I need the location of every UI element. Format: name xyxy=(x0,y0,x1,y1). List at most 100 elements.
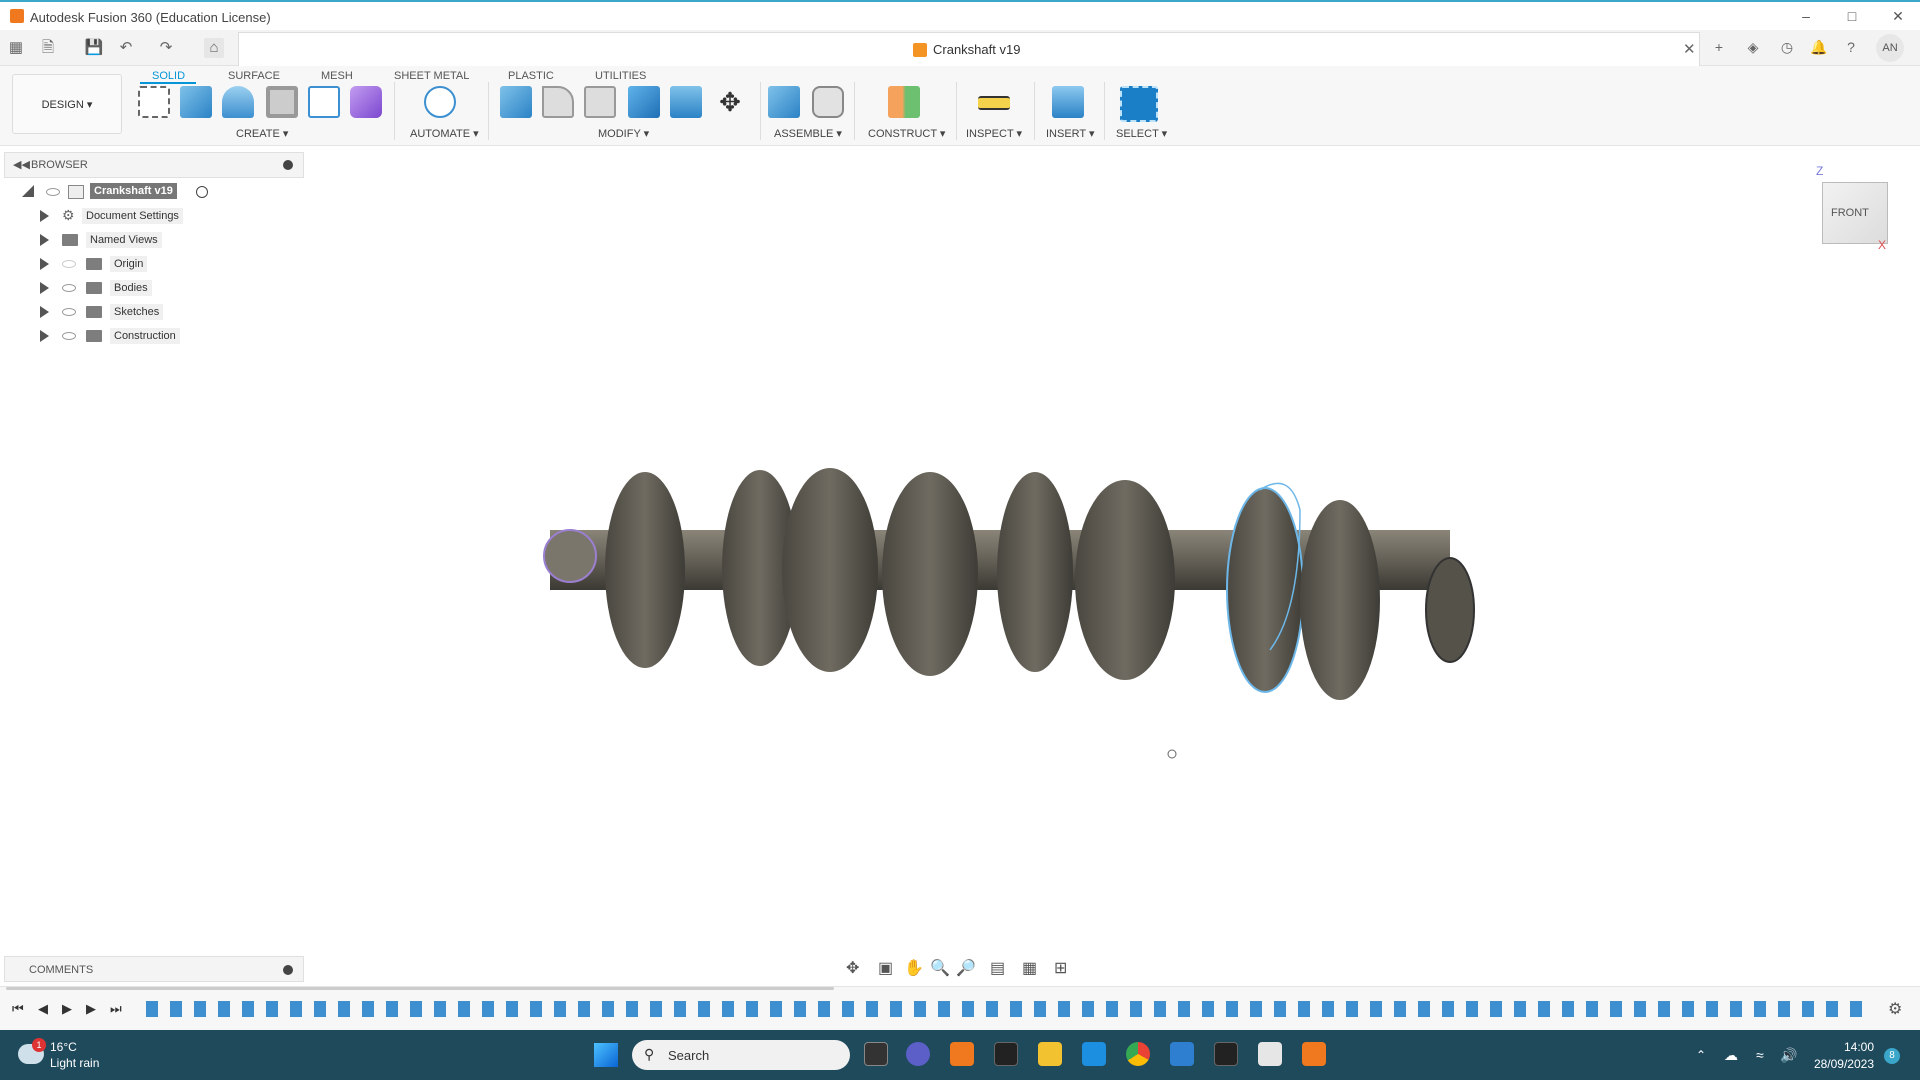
weather-temp[interactable]: 16°C xyxy=(50,1040,77,1054)
file-explorer-icon[interactable] xyxy=(1038,1042,1062,1066)
pan-icon[interactable]: ✋ xyxy=(904,958,924,978)
browser-item-document-settings[interactable]: ⚙ Document Settings xyxy=(20,204,320,228)
active-component-icon[interactable] xyxy=(196,186,208,198)
create-form-icon[interactable] xyxy=(350,86,382,118)
hole-icon[interactable] xyxy=(266,86,298,118)
visibility-icon[interactable] xyxy=(62,308,76,316)
tab-sheet-metal[interactable]: SHEET METAL xyxy=(394,68,469,84)
extensions-icon[interactable]: ◈ xyxy=(1742,36,1764,58)
group-automate[interactable]: AUTOMATE ▾ xyxy=(410,127,479,140)
timeline-settings-icon[interactable]: ⚙ xyxy=(1888,999,1902,1019)
expand-icon[interactable] xyxy=(40,306,50,318)
clock-time[interactable]: 14:00 xyxy=(1814,1040,1874,1054)
move-copy-icon[interactable]: ✥ xyxy=(714,86,746,118)
browser-root-row[interactable]: Crankshaft v19 xyxy=(20,180,320,204)
user-avatar[interactable]: AN xyxy=(1876,34,1904,62)
browser-item-sketches[interactable]: Sketches xyxy=(20,300,320,324)
browser-item-bodies[interactable]: Bodies xyxy=(20,276,320,300)
fillet-icon[interactable] xyxy=(542,86,574,118)
chrome-icon[interactable] xyxy=(1126,1042,1150,1066)
revolve-icon[interactable] xyxy=(222,86,254,118)
file-menu-icon[interactable]: 🗎 xyxy=(38,38,58,58)
group-assemble[interactable]: ASSEMBLE ▾ xyxy=(774,127,842,140)
play-icon[interactable]: ▶ xyxy=(62,1001,72,1017)
workspace-switcher[interactable]: DESIGN ▾ xyxy=(12,74,122,134)
app-taskbar-icon[interactable] xyxy=(1258,1042,1282,1066)
step-forward-icon[interactable]: ▶ xyxy=(86,1001,96,1017)
taskbar-search[interactable]: ⚲ Search xyxy=(632,1040,850,1070)
app-grid-icon[interactable]: ▦ xyxy=(6,38,26,58)
save-icon[interactable]: 💾 xyxy=(84,38,104,58)
browser-item-construction[interactable]: Construction xyxy=(20,324,320,348)
collapse-panel-icon[interactable]: ◀◀ xyxy=(13,158,30,171)
mail-icon[interactable] xyxy=(1170,1042,1194,1066)
visibility-icon[interactable] xyxy=(62,284,76,292)
pattern-icon[interactable] xyxy=(308,86,340,118)
undo-icon[interactable]: ↶ xyxy=(116,38,136,58)
tab-mesh[interactable]: MESH xyxy=(321,68,353,84)
press-pull-icon[interactable] xyxy=(500,86,532,118)
volume-icon[interactable]: 🔊 xyxy=(1780,1047,1797,1064)
new-component-icon[interactable] xyxy=(768,86,800,118)
weather-desc[interactable]: Light rain xyxy=(50,1056,99,1070)
group-construct[interactable]: CONSTRUCT ▾ xyxy=(868,127,945,140)
display-settings-icon[interactable]: ▤ xyxy=(990,958,1005,978)
timeline-features[interactable] xyxy=(146,1001,1862,1017)
expand-icon[interactable] xyxy=(40,330,50,342)
home-icon[interactable]: ⌂ xyxy=(204,38,224,58)
teams-icon[interactable] xyxy=(906,1042,930,1066)
expand-icon[interactable] xyxy=(22,185,34,197)
expand-icon[interactable] xyxy=(40,258,50,270)
extrude-icon[interactable] xyxy=(180,86,212,118)
view-cube[interactable]: FRONT xyxy=(1822,182,1888,244)
automate-icon[interactable] xyxy=(424,86,456,118)
new-tab-icon[interactable]: + xyxy=(1708,36,1730,58)
expand-icon[interactable] xyxy=(40,282,50,294)
minimize-button[interactable]: – xyxy=(1796,8,1816,24)
group-select[interactable]: SELECT ▾ xyxy=(1116,127,1167,140)
group-create[interactable]: CREATE ▾ xyxy=(236,127,288,140)
tray-chevron-icon[interactable]: ⌃ xyxy=(1696,1048,1706,1062)
tab-plastic[interactable]: PLASTIC xyxy=(508,68,554,84)
task-view-icon[interactable] xyxy=(864,1042,888,1066)
go-to-start-icon[interactable]: ⏮ xyxy=(12,1001,24,1017)
tab-surface[interactable]: SURFACE xyxy=(228,68,280,84)
browser-item-origin[interactable]: Origin xyxy=(20,252,320,276)
go-to-end-icon[interactable]: ⏭ xyxy=(110,1001,122,1017)
create-sketch-icon[interactable] xyxy=(138,86,170,118)
document-tab[interactable]: Crankshaft v19 ✕ xyxy=(238,32,1700,66)
fusion-taskbar-icon[interactable] xyxy=(950,1042,974,1066)
group-modify[interactable]: MODIFY ▾ xyxy=(598,127,649,140)
zoom-icon[interactable]: 🔍 xyxy=(930,958,950,978)
chamfer-icon[interactable] xyxy=(584,86,616,118)
group-inspect[interactable]: INSPECT ▾ xyxy=(966,127,1022,140)
orbit-icon[interactable]: ✥ xyxy=(846,958,859,978)
onedrive-icon[interactable]: ☁ xyxy=(1724,1047,1738,1064)
grid-settings-icon[interactable]: ▦ xyxy=(1022,958,1037,978)
app-taskbar-icon[interactable] xyxy=(1214,1042,1238,1066)
step-back-icon[interactable]: ◀ xyxy=(38,1001,48,1017)
timeline-scrollbar[interactable] xyxy=(6,987,834,990)
expand-icon[interactable] xyxy=(40,234,50,246)
measure-icon[interactable] xyxy=(978,96,1010,110)
look-at-icon[interactable]: ▣ xyxy=(878,958,893,978)
browser-panel-header[interactable]: ◀◀ BROWSER xyxy=(4,152,304,178)
offset-face-icon[interactable] xyxy=(670,86,702,118)
crankshaft-model[interactable] xyxy=(530,450,1490,770)
viewcube-front-face[interactable]: FRONT xyxy=(1831,207,1869,219)
joint-icon[interactable] xyxy=(812,86,844,118)
clock-date[interactable]: 28/09/2023 xyxy=(1800,1057,1874,1071)
notification-count[interactable]: 8 xyxy=(1884,1048,1900,1064)
group-insert[interactable]: INSERT ▾ xyxy=(1046,127,1095,140)
app-taskbar-icon[interactable] xyxy=(994,1042,1018,1066)
hidden-visibility-icon[interactable] xyxy=(62,260,76,268)
comments-panel[interactable]: COMMENTS xyxy=(4,956,304,982)
help-icon[interactable]: ? xyxy=(1840,36,1862,58)
add-comment-icon[interactable] xyxy=(283,965,293,975)
notifications-icon[interactable]: 🔔 xyxy=(1808,36,1830,58)
close-tab-icon[interactable]: ✕ xyxy=(1683,40,1696,58)
expand-icon[interactable] xyxy=(40,210,50,222)
select-icon[interactable] xyxy=(1120,86,1158,122)
store-icon[interactable] xyxy=(1082,1042,1106,1066)
redo-icon[interactable]: ↷ xyxy=(156,38,176,58)
